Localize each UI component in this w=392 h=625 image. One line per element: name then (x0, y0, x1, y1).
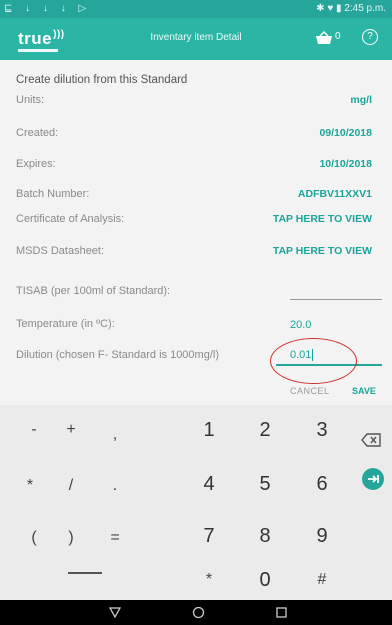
key-asterisk-symbol[interactable]: * (10, 471, 50, 501)
temperature-row: Temperature (in ºC): (16, 318, 382, 336)
key-0[interactable]: 0 (245, 565, 285, 595)
dilution-label: Dilution (chosen F- Standard is 1000mg/l… (16, 349, 219, 361)
numeric-keyboard: - + , 1 2 3 * / . 4 5 6 ( ) = 7 8 9 * 0 … (0, 405, 392, 600)
key-period[interactable]: . (95, 471, 135, 501)
key-7[interactable]: 7 (189, 521, 229, 551)
next-field-button[interactable] (362, 468, 384, 490)
key-6[interactable]: 6 (302, 469, 342, 499)
units-label: Units: (16, 94, 45, 106)
msds-label: MSDS Datasheet: (16, 245, 105, 257)
logo-underline (18, 49, 58, 52)
help-icon[interactable]: ? (362, 29, 378, 45)
batch-value: ADFBV11XXV1 (297, 188, 372, 200)
key-minus[interactable]: - (14, 415, 54, 445)
units-value: mg/l (350, 94, 372, 106)
status-indicators: ✱ ♥ ▮ 2:45 p.m. (316, 3, 386, 14)
certificate-label: Certificate of Analysis: (16, 213, 125, 225)
key-2[interactable]: 2 (245, 415, 285, 445)
form-header: Create dilution from this Standard (16, 74, 188, 86)
tisab-input-underline[interactable] (290, 299, 382, 300)
key-comma[interactable]: , (95, 420, 135, 450)
expires-row: Expires: 10/10/2018 (16, 158, 382, 176)
backspace-icon[interactable] (361, 433, 381, 447)
key-8[interactable]: 8 (245, 521, 285, 551)
page-title: Inventary item Detail (150, 32, 242, 43)
msds-row: MSDS Datasheet: TAP HERE TO VIEW (16, 245, 382, 263)
created-label: Created: (16, 127, 59, 139)
tisab-row: TISAB (per 100ml of Standard): (16, 285, 382, 303)
units-row: Units: mg/l (16, 94, 382, 112)
temperature-label: Temperature (in ºC): (16, 318, 115, 330)
key-1[interactable]: 1 (189, 415, 229, 445)
created-value: 09/10/2018 (319, 127, 372, 139)
inventory-detail-form: Create dilution from this Standard Units… (0, 60, 392, 405)
key-hash[interactable]: # (302, 565, 342, 595)
cart-count: 0 (335, 31, 341, 42)
batch-row: Batch Number: ADFBV11XXV1 (16, 188, 382, 206)
basket-icon[interactable] (315, 31, 333, 45)
key-close-paren[interactable]: ) (51, 523, 91, 553)
key-3[interactable]: 3 (302, 415, 342, 445)
temperature-input[interactable]: 20.0 (290, 319, 311, 331)
key-plus[interactable]: + (51, 415, 91, 445)
key-9[interactable]: 9 (302, 521, 342, 551)
next-arrow-icon (368, 475, 379, 483)
key-equals[interactable]: = (95, 523, 135, 553)
key-open-paren[interactable]: ( (14, 523, 54, 553)
certificate-row: Certificate of Analysis: TAP HERE TO VIE… (16, 213, 382, 231)
app-bar: true))) Inventary item Detail 0 ? (0, 18, 392, 60)
home-icon[interactable] (192, 606, 205, 619)
certificate-view-link[interactable]: TAP HERE TO VIEW (273, 213, 372, 225)
msds-view-link[interactable]: TAP HERE TO VIEW (273, 245, 372, 257)
key-slash[interactable]: / (51, 471, 91, 501)
expires-label: Expires: (16, 158, 56, 170)
space-key[interactable] (68, 572, 102, 574)
annotation-circle (270, 338, 357, 384)
created-row: Created: 09/10/2018 (16, 127, 382, 145)
notification-icons: ⊑ ↓ ↓ ↓ ▷ (4, 3, 92, 14)
system-nav-bar (0, 600, 392, 625)
save-button[interactable]: SAVE (352, 386, 376, 396)
batch-label: Batch Number: (16, 188, 90, 200)
key-5[interactable]: 5 (245, 469, 285, 499)
status-bar: ⊑ ↓ ↓ ↓ ▷ ✱ ♥ ▮ 2:45 p.m. (0, 0, 392, 18)
key-asterisk[interactable]: * (189, 565, 229, 595)
expires-value: 10/10/2018 (319, 158, 372, 170)
key-4[interactable]: 4 (189, 469, 229, 499)
recents-icon[interactable] (276, 607, 287, 618)
tisab-label: TISAB (per 100ml of Standard): (16, 285, 171, 297)
cancel-button[interactable]: CANCEL (290, 386, 330, 396)
back-icon[interactable] (109, 607, 121, 618)
